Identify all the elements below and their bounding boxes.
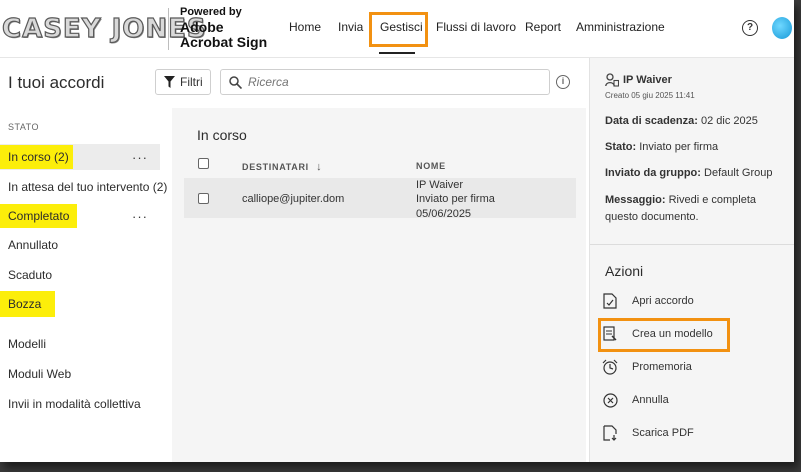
field-value: 02 dic 2025 xyxy=(700,115,758,127)
field-label: Messaggio: xyxy=(605,194,666,206)
status-item-in-corso[interactable]: In corso (2) ··· xyxy=(0,144,160,170)
status-item-label: In corso (2) xyxy=(0,145,73,169)
status-item-label: Annullato xyxy=(8,238,59,252)
annotation-highlight-gestisci xyxy=(369,12,428,47)
search-icon xyxy=(229,75,242,89)
action-cancel[interactable]: Annulla xyxy=(602,392,669,408)
adobe-sign-brand: Powered by Adobe Acrobat Sign xyxy=(180,6,268,50)
row-date: 05/06/2025 xyxy=(416,208,472,218)
nav-home[interactable]: Home xyxy=(289,20,321,34)
open-document-icon xyxy=(602,293,618,309)
reminder-icon xyxy=(602,359,618,375)
brand-line-2: Acrobat Sign xyxy=(180,34,268,50)
app-window: CASEY JONES Powered by Adobe Acrobat Sig… xyxy=(0,0,794,462)
sidebar-item-invii-collettivi[interactable]: Invii in modalità collettiva xyxy=(0,391,141,417)
brand-line-1: Adobe xyxy=(180,19,224,35)
search-field[interactable] xyxy=(220,69,550,95)
field-label: Data di scadenza: xyxy=(605,115,698,127)
nav-flussi-di-lavoro[interactable]: Flussi di lavoro xyxy=(436,20,516,34)
status-item-bozza[interactable]: Bozza xyxy=(0,291,56,317)
field-value: Inviato per firma xyxy=(639,141,719,153)
help-icon[interactable]: ? xyxy=(742,20,758,36)
actions-heading: Azioni xyxy=(605,263,644,279)
status-item-in-attesa[interactable]: In attesa del tuo intervento (2) xyxy=(0,174,167,200)
filter-icon xyxy=(164,76,175,88)
details-divider xyxy=(590,244,794,245)
details-title: IP Waiver xyxy=(623,74,672,86)
action-label: Promemoria xyxy=(632,361,692,373)
column-header-recipients[interactable]: DESTINATARI ↓ xyxy=(242,161,322,173)
field-status: Stato: Inviato per firma xyxy=(605,139,788,156)
more-options-icon[interactable]: ··· xyxy=(132,150,148,165)
action-label: Scarica PDF xyxy=(632,427,694,439)
sidebar-item-moduli-web[interactable]: Moduli Web xyxy=(0,361,71,387)
agreement-user-icon xyxy=(605,73,619,87)
row-checkbox[interactable] xyxy=(198,193,209,204)
status-item-label: Scaduto xyxy=(8,268,53,282)
action-reminder[interactable]: Promemoria xyxy=(602,359,692,375)
status-item-label: Bozza xyxy=(0,291,56,317)
row-status: Inviato per firma xyxy=(416,193,495,205)
status-item-completato[interactable]: Completato ··· xyxy=(0,203,160,229)
action-label: Annulla xyxy=(632,394,669,406)
sidebar-item-label: Modelli xyxy=(8,337,47,351)
column-header-name[interactable]: NOME xyxy=(416,161,446,171)
filter-label: Filtri xyxy=(180,75,203,89)
filter-button[interactable]: Filtri xyxy=(155,69,211,95)
field-message: Messaggio: Rivedi e completa questo docu… xyxy=(605,192,788,226)
more-options-icon[interactable]: ··· xyxy=(132,209,148,224)
annotation-highlight-create-template xyxy=(598,318,730,352)
header-divider xyxy=(168,8,169,50)
status-item-label: In attesa del tuo intervento (2) xyxy=(8,180,168,194)
avatar[interactable] xyxy=(772,17,792,39)
search-input[interactable] xyxy=(248,75,538,89)
field-value: Default Group xyxy=(704,167,773,179)
agreements-list-panel xyxy=(172,108,586,462)
nav-amministrazione[interactable]: Amministrazione xyxy=(576,20,665,34)
nav-invia[interactable]: Invia xyxy=(338,20,363,34)
field-sent-by-group: Inviato da gruppo: Default Group xyxy=(605,165,788,182)
action-label: Apri accordo xyxy=(632,295,694,307)
action-download-pdf[interactable]: Scarica PDF xyxy=(602,425,694,441)
status-item-label: Completato xyxy=(0,204,78,228)
nav-report[interactable]: Report xyxy=(525,20,561,34)
field-label: Stato: xyxy=(605,141,637,153)
row-recipient: calliope@jupiter.dom xyxy=(242,193,345,205)
page-title: I tuoi accordi xyxy=(8,73,105,92)
nav-active-underline xyxy=(379,52,415,54)
action-open-agreement[interactable]: Apri accordo xyxy=(602,293,694,309)
top-header: CASEY JONES Powered by Adobe Acrobat Sig… xyxy=(0,0,794,58)
company-logo[interactable]: CASEY JONES xyxy=(1,13,207,44)
row-name: IP Waiver xyxy=(416,179,464,191)
list-title: In corso xyxy=(197,127,247,143)
field-expiry: Data di scadenza: 02 dic 2025 xyxy=(605,113,788,130)
field-label: Inviato da gruppo: xyxy=(605,167,701,179)
status-section-header: STATO xyxy=(8,122,40,132)
details-created: Creato 05 giu 2025 11:41 xyxy=(605,91,695,100)
cancel-icon xyxy=(602,392,618,408)
download-pdf-icon xyxy=(602,425,618,441)
sidebar-item-label: Moduli Web xyxy=(8,367,72,381)
column-header-label: DESTINATARI xyxy=(242,162,309,172)
sidebar-item-label: Invii in modalità collettiva xyxy=(8,397,141,411)
sidebar-item-modelli[interactable]: Modelli xyxy=(0,331,46,357)
status-item-annullato[interactable]: Annullato xyxy=(0,232,58,258)
powered-by-label: Powered by xyxy=(180,6,242,18)
sort-arrow-icon[interactable]: ↓ xyxy=(316,161,322,173)
select-all-checkbox[interactable] xyxy=(198,158,209,169)
status-item-scaduto[interactable]: Scaduto xyxy=(0,262,52,288)
info-icon[interactable]: i xyxy=(556,75,570,89)
